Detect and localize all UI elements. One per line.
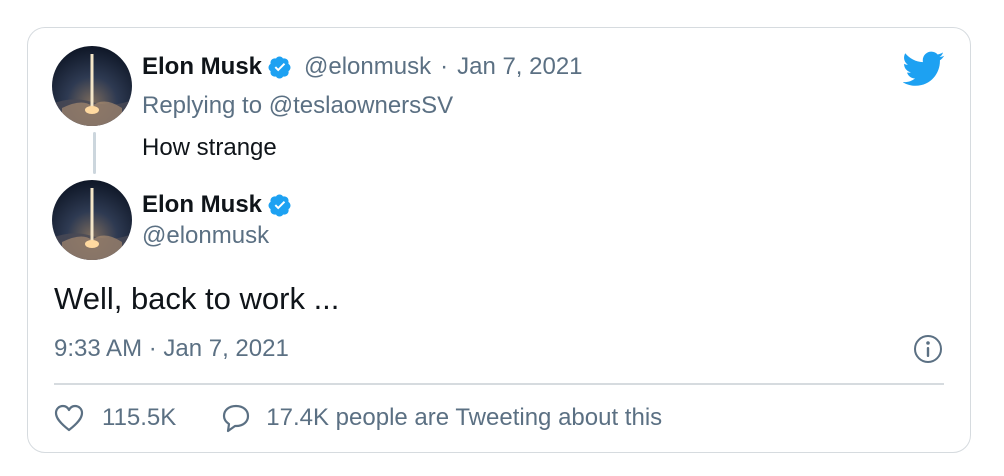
tweet-actions: 115.5K 17.4K people are Tweeting about t… xyxy=(54,403,662,433)
thread-connector-line xyxy=(93,132,96,174)
like-button[interactable]: 115.5K xyxy=(54,404,176,432)
embedded-tweet-card[interactable]: Elon Musk @elonmusk · Jan 7, 2021 Replyi… xyxy=(27,27,971,453)
author-handle[interactable]: @elonmusk xyxy=(304,53,431,81)
tweeting-about-link[interactable]: 17.4K people are Tweeting about this xyxy=(220,403,662,433)
tweet-date[interactable]: Jan 7, 2021 xyxy=(457,53,582,81)
author-handle[interactable]: @elonmusk xyxy=(142,222,269,250)
tweet-text: Well, back to work ... xyxy=(54,281,340,316)
like-count: 115.5K xyxy=(102,404,177,431)
verified-badge-icon xyxy=(268,194,291,217)
avatar[interactable] xyxy=(52,180,132,260)
avatar[interactable] xyxy=(52,46,132,126)
divider xyxy=(54,383,944,385)
tweeting-about-label: 17.4K people are Tweeting about this xyxy=(266,404,663,431)
verified-badge-icon xyxy=(268,56,291,79)
heart-icon xyxy=(54,404,84,432)
info-icon[interactable] xyxy=(912,333,944,365)
tweet-timestamp[interactable]: 9:33 AM · Jan 7, 2021 xyxy=(54,335,289,363)
author-name[interactable]: Elon Musk xyxy=(142,191,262,219)
replying-to-label[interactable]: Replying to @teslaownersSV xyxy=(142,92,453,120)
main-tweet-header: Elon Musk xyxy=(142,191,292,219)
twitter-bird-icon[interactable] xyxy=(903,51,945,87)
quoted-tweet-text: How strange xyxy=(142,134,277,161)
separator: · xyxy=(440,53,449,80)
speech-bubble-icon xyxy=(223,404,250,433)
quoted-tweet-header: Elon Musk @elonmusk · Jan 7, 2021 xyxy=(142,53,583,81)
author-name[interactable]: Elon Musk xyxy=(142,53,262,81)
